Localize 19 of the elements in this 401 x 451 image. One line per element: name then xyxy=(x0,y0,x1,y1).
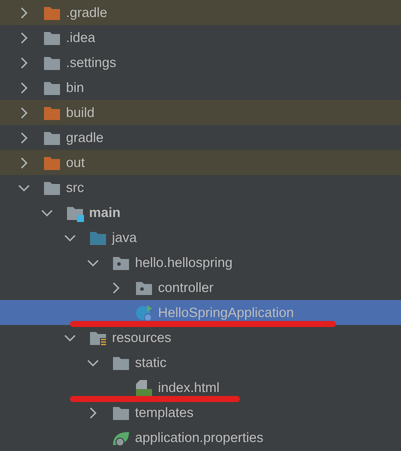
tree-item[interactable]: src xyxy=(0,175,401,200)
tree-item[interactable]: out xyxy=(0,150,401,175)
tree-item[interactable]: templates xyxy=(0,400,401,425)
tree-item[interactable]: main xyxy=(0,200,401,225)
class-icon xyxy=(135,304,153,322)
tree-item[interactable]: .gradle xyxy=(0,0,401,25)
tree-item[interactable]: application.properties xyxy=(0,425,401,450)
tree-item[interactable]: .settings xyxy=(0,50,401,75)
tree-item[interactable]: controller xyxy=(0,275,401,300)
tree-item[interactable]: gradle xyxy=(0,125,401,150)
tree-item[interactable]: static xyxy=(0,350,401,375)
tree-item[interactable]: bin xyxy=(0,75,401,100)
tree-item[interactable]: hello.hellospring xyxy=(0,250,401,275)
tree-item[interactable]: .idea xyxy=(0,25,401,50)
html-file-icon xyxy=(135,378,153,396)
tree-item[interactable]: build xyxy=(0,100,401,125)
tree-item[interactable]: resources xyxy=(0,325,401,350)
tree-item[interactable]: java xyxy=(0,225,401,250)
tree-item[interactable]: index.html xyxy=(0,375,401,400)
